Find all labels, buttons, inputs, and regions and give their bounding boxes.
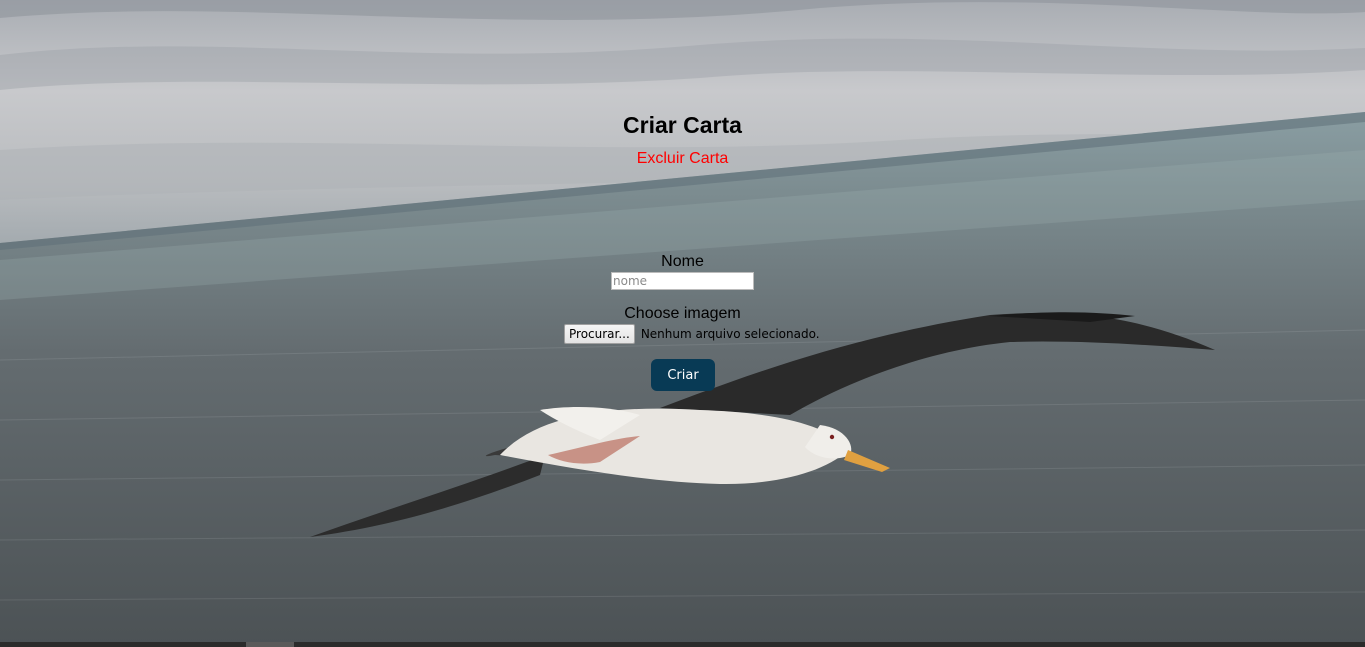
file-picker: Procurar... Nenhum arquivo selecionado.	[564, 324, 820, 344]
name-label: Nome	[661, 253, 704, 270]
name-input[interactable]	[611, 272, 754, 290]
scrollbar-thumb[interactable]	[246, 642, 294, 647]
delete-card-link[interactable]: Excluir Carta	[637, 150, 729, 167]
form-container: Criar Carta Excluir Carta Nome Choose im…	[0, 0, 1365, 647]
page-title: Criar Carta	[623, 112, 742, 138]
image-label: Choose imagem	[624, 305, 741, 322]
delete-card-link-row: Excluir Carta	[0, 150, 1365, 168]
page: Criar Carta Excluir Carta Nome Choose im…	[0, 0, 1365, 647]
create-button[interactable]: Criar	[651, 359, 715, 391]
browse-file-button[interactable]: Procurar...	[564, 324, 635, 344]
horizontal-scrollbar[interactable]	[0, 642, 1365, 647]
file-status-text: Nenhum arquivo selecionado.	[640, 327, 820, 341]
